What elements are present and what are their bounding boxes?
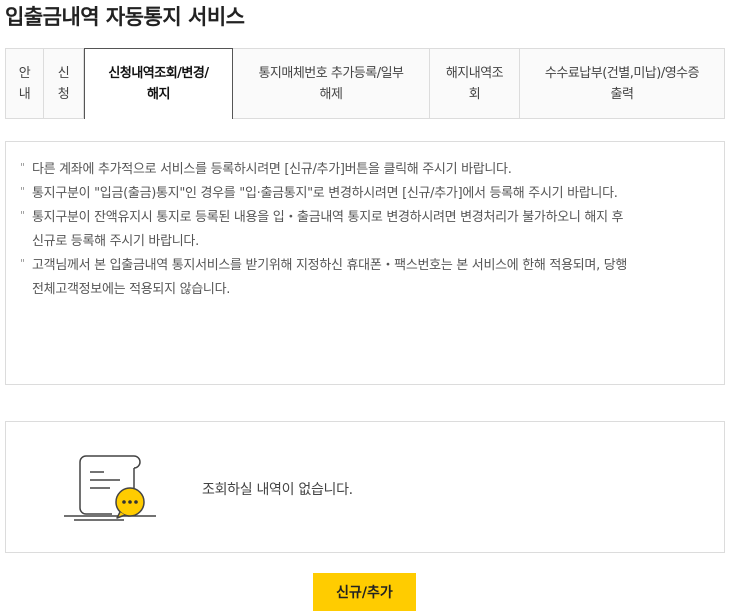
tab-apply[interactable]: 신청 <box>44 49 84 119</box>
notice-item: 고객님께서 본 입출금내역 통지서비스를 받기위해 지정하신 휴대폰・팩스번호는… <box>20 252 710 302</box>
tab-bar: 안내 신청 신청내역조회/변경/해지 통지매체번호 추가등록/일부 해제 해지내역… <box>5 48 725 119</box>
document-chat-icon <box>64 455 156 521</box>
notice-box: 다른 계좌에 추가적으로 서비스를 등록하시려면 [신규/추가]버튼을 클릭해 … <box>5 141 725 385</box>
tab-inquiry-change-cancel[interactable]: 신청내역조회/변경/해지 <box>84 48 233 119</box>
tab-label: 수수료납부(건별,미납)/영수증 출력 <box>544 66 700 102</box>
tab-add-number[interactable]: 통지매체번호 추가등록/일부 해제 <box>233 49 430 119</box>
new-add-button[interactable]: 신규/추가 <box>313 573 416 611</box>
empty-result-box: 조회하실 내역이 없습니다. <box>5 421 725 553</box>
notice-item: 통지구분이 "입금(출금)통지"인 경우를 "입·출금통지"로 변경하시려면 [… <box>20 180 710 206</box>
tab-label: 신청내역조회/변경/해지 <box>108 66 209 102</box>
tab-label: 해지내역조 회 <box>445 66 504 102</box>
notice-item: 통지구분이 잔액유지시 통지로 등록된 내용을 입・출금내역 통지로 변경하시려… <box>20 204 710 254</box>
page-title: 입출금내역 자동통지 서비스 <box>5 5 245 29</box>
notice-item: 다른 계좌에 추가적으로 서비스를 등록하시려면 [신규/추가]버튼을 클릭해 … <box>20 156 710 182</box>
tab-fee-receipt[interactable]: 수수료납부(건별,미납)/영수증 출력 <box>520 49 725 119</box>
tab-guide[interactable]: 안내 <box>5 49 44 119</box>
tab-label: 통지매체번호 추가등록/일부 해제 <box>258 66 404 102</box>
tab-label: 신청 <box>57 66 70 102</box>
tab-cancel-history[interactable]: 해지내역조 회 <box>430 49 520 119</box>
empty-message: 조회하실 내역이 없습니다. <box>202 482 353 498</box>
notice-list: 다른 계좌에 추가적으로 서비스를 등록하시려면 [신규/추가]버튼을 클릭해 … <box>20 156 710 302</box>
tab-label: 안내 <box>18 66 31 102</box>
